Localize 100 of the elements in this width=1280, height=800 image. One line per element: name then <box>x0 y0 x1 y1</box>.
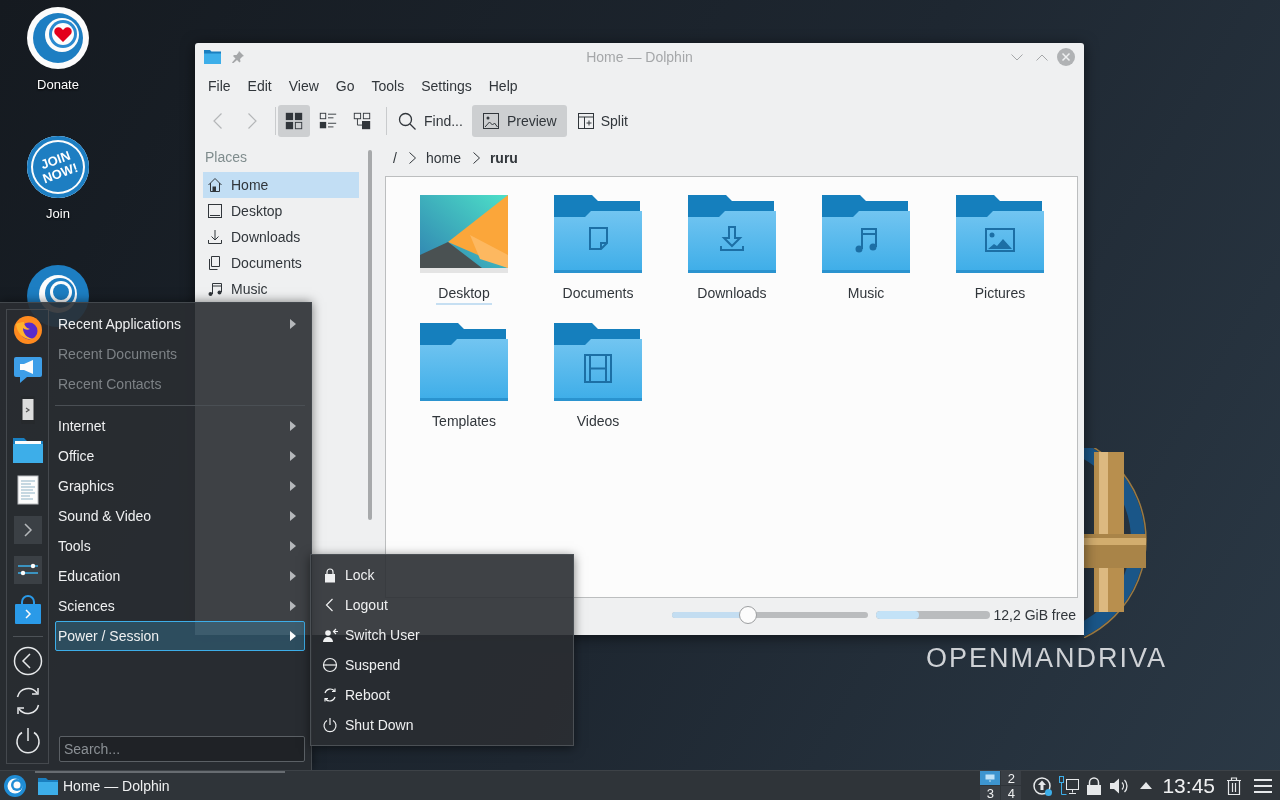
switch-user-icon <box>322 627 338 643</box>
chevron-right-icon <box>408 152 416 164</box>
screen-icon <box>207 203 223 219</box>
list-icon <box>318 111 338 131</box>
search-icon <box>398 112 416 130</box>
documents-icon <box>207 255 223 271</box>
shopping-bag-icon[interactable] <box>12 595 43 625</box>
menu-item[interactable]: Switch User <box>315 620 569 650</box>
menu-item[interactable]: Sciences <box>55 591 305 621</box>
power-icon <box>322 717 338 733</box>
places-item[interactable]: Downloads <box>203 224 359 250</box>
menu-item[interactable]: Recent Applications <box>55 309 305 339</box>
split-view-icon <box>576 112 595 130</box>
lock-icon[interactable] <box>1086 776 1103 795</box>
menu-item[interactable]: Tools <box>55 531 305 561</box>
icon-view-button[interactable] <box>278 105 310 137</box>
music-folder-icon <box>822 195 910 273</box>
home-icon <box>207 177 223 193</box>
menu-item[interactable]: Suspend <box>315 650 569 680</box>
menu-item[interactable]: Education <box>55 561 305 591</box>
folder-icon <box>420 323 508 401</box>
places-item[interactable]: Home <box>203 172 359 198</box>
folder-item[interactable]: Templates <box>397 323 531 451</box>
crescent-logo-icon[interactable] <box>4 774 26 797</box>
clock[interactable]: 13:45 <box>1162 771 1215 800</box>
menu-item[interactable]: File <box>208 75 231 97</box>
wallpaper-wordmark: OPENMANDRIVA <box>926 643 1168 673</box>
preview-button[interactable]: Preview <box>471 105 567 137</box>
menu-item[interactable]: Edit <box>247 75 272 97</box>
folder-item[interactable]: Pictures <box>933 195 1067 323</box>
menu-item[interactable]: View <box>288 75 319 97</box>
window-title: Home — Dolphin <box>585 47 694 67</box>
find-button[interactable]: Find... <box>392 105 469 137</box>
network-icon[interactable] <box>1058 774 1081 797</box>
fox-globe-icon[interactable] <box>12 315 43 345</box>
pager-desktop[interactable]: 2 <box>1001 771 1022 785</box>
task-button[interactable]: Home — Dolphin <box>35 771 285 800</box>
desktop-icon-label: Donate <box>37 76 79 94</box>
image-folder-icon <box>956 195 1044 273</box>
tree-icon <box>352 111 372 131</box>
places-item[interactable]: Music <box>203 276 359 302</box>
search-field[interactable]: Search... <box>59 736 305 762</box>
slider-thumb[interactable] <box>738 606 757 624</box>
chevron-left-icon <box>212 113 222 129</box>
menu-item[interactable]: Tools <box>371 75 405 97</box>
breadcrumb-item[interactable]: ruru <box>489 147 518 169</box>
menu-item[interactable]: Office <box>55 441 305 471</box>
sliders-icon[interactable] <box>12 555 43 585</box>
menu-item[interactable]: Logout <box>315 590 569 620</box>
split-button[interactable]: Split <box>570 105 634 137</box>
folder-item[interactable]: Downloads <box>665 195 799 323</box>
badge-text: JOIN NOW! <box>37 146 81 188</box>
download-folder-icon <box>688 195 776 273</box>
scrollbar[interactable] <box>368 150 372 520</box>
menu-item[interactable]: Help <box>488 75 518 97</box>
join-badge[interactable]: JOIN NOW! <box>27 136 89 198</box>
zoom-slider[interactable] <box>671 606 868 624</box>
music-note-icon <box>207 281 223 297</box>
refresh-icon <box>322 687 338 703</box>
pager-desktop[interactable] <box>980 771 1001 785</box>
folder-item[interactable]: Music <box>799 195 933 323</box>
terminal-icon[interactable] <box>12 515 43 545</box>
folder-item[interactable]: Desktop <box>397 195 531 323</box>
menu-item[interactable]: Go <box>335 75 355 97</box>
free-space-label: 12,2 GiB free <box>993 605 1076 625</box>
megaphone-chat-icon[interactable] <box>12 355 43 385</box>
breadcrumb-item[interactable]: / <box>393 147 397 169</box>
menu-item[interactable]: Shut Down <box>315 710 569 740</box>
menu-item[interactable]: Reboot <box>315 680 569 710</box>
places-item[interactable]: Documents <box>203 250 359 276</box>
menu-item[interactable]: Sound & Video <box>55 501 305 531</box>
trash-icon[interactable] <box>1226 776 1242 795</box>
folder-icon <box>38 778 58 795</box>
menu-item[interactable]: Power / Session <box>55 621 305 651</box>
lock-icon <box>322 567 338 583</box>
folder-item[interactable]: Documents <box>531 195 665 323</box>
pager-desktop[interactable]: 3 <box>980 786 1001 800</box>
back-circle-icon[interactable] <box>12 646 43 676</box>
menu-item[interactable]: Settings <box>421 75 472 97</box>
breadcrumb-item[interactable]: home <box>425 147 461 169</box>
minus-circle-icon <box>322 657 338 673</box>
menu-item[interactable]: Lock <box>315 560 569 590</box>
menu-item[interactable]: Graphics <box>55 471 305 501</box>
menu-icon[interactable] <box>1254 778 1272 793</box>
section-heading: Places <box>204 147 249 167</box>
chevron-right-icon <box>247 113 257 129</box>
document-folder-icon <box>554 195 642 273</box>
desktop-icon-label: Join <box>46 205 70 223</box>
arrow-up-icon[interactable] <box>1140 782 1153 789</box>
monitor-icon <box>985 774 996 782</box>
pager-desktop[interactable]: 4 <box>1001 786 1022 800</box>
folder-item[interactable]: Videos <box>531 323 665 451</box>
grid-icon <box>284 111 304 131</box>
image-icon <box>481 112 500 130</box>
places-item[interactable]: Desktop <box>203 198 359 224</box>
film-folder-icon <box>554 323 642 401</box>
folder-icon[interactable] <box>12 435 43 465</box>
menu-item[interactable]: Internet <box>55 411 305 441</box>
folder-icon <box>204 50 221 64</box>
volume-icon[interactable] <box>1109 776 1130 795</box>
